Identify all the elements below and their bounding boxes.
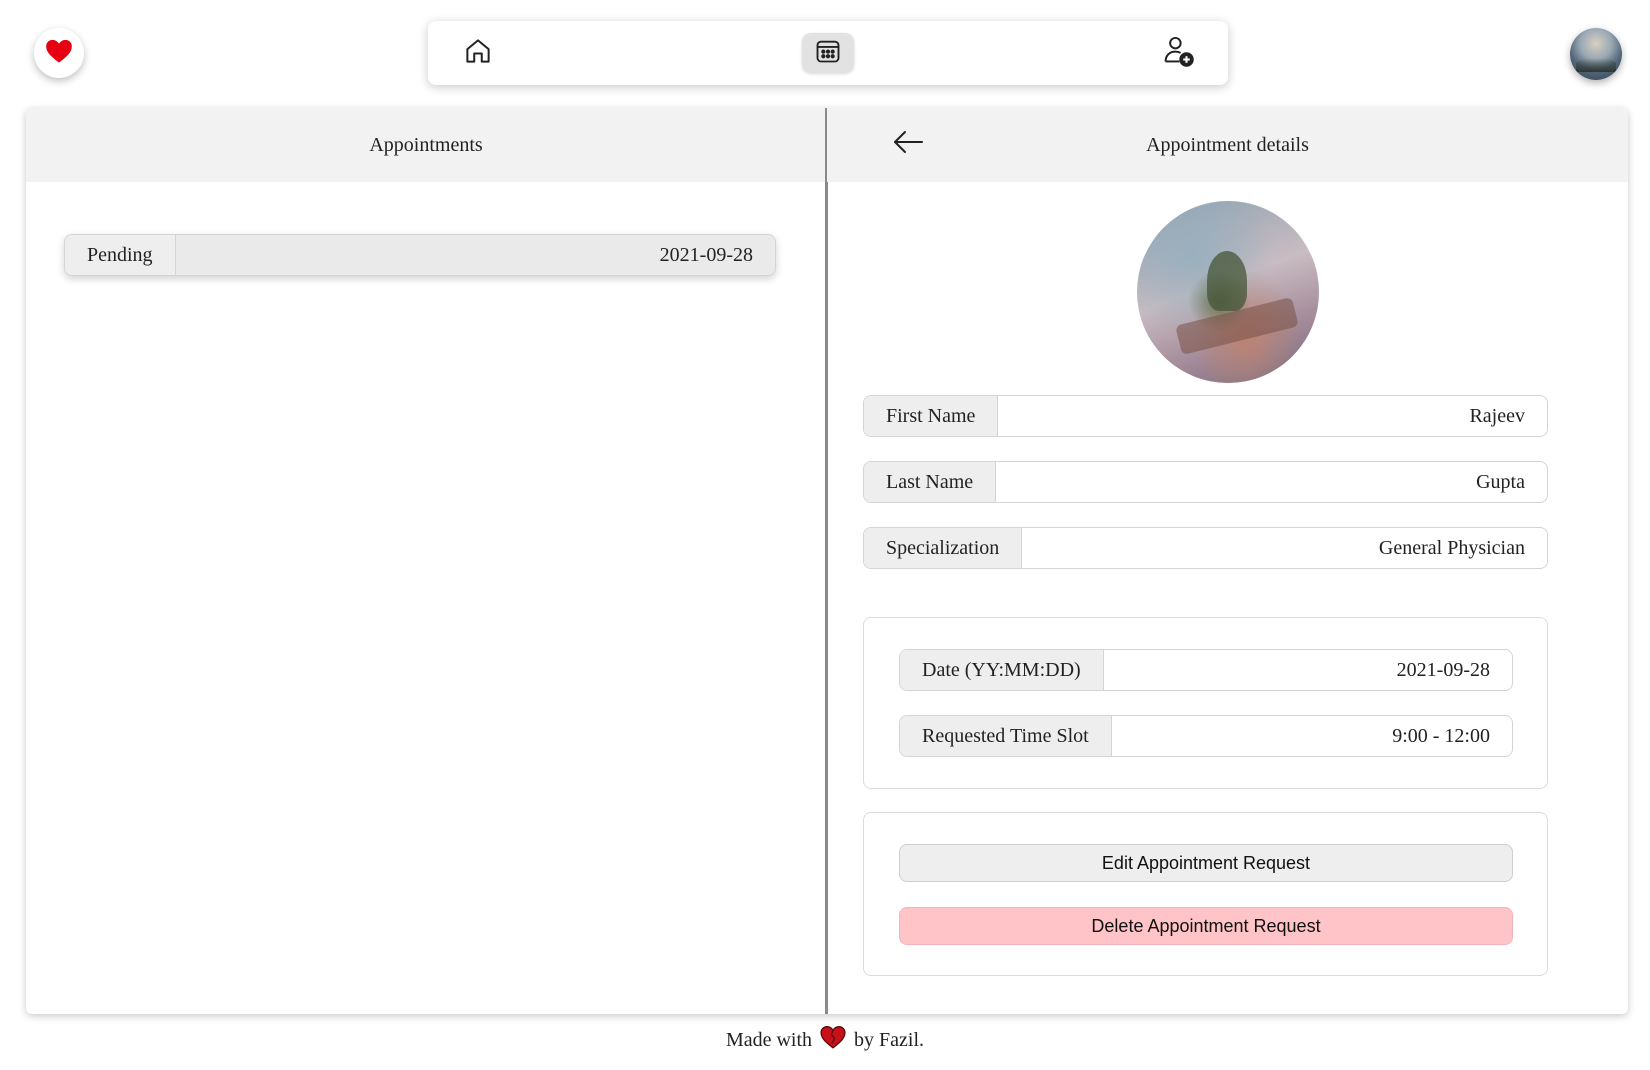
calendar-icon bbox=[814, 37, 842, 70]
nav-add-user-button[interactable] bbox=[1152, 33, 1204, 73]
details-title: Appointment details bbox=[1146, 133, 1309, 156]
time-slot-label: Requested Time Slot bbox=[900, 716, 1112, 756]
specialization-field: Specialization General Physician bbox=[863, 527, 1548, 569]
date-label: Date (YY:MM:DD) bbox=[900, 650, 1104, 690]
appointments-panel: Appointments Pending 2021-09-28 bbox=[26, 108, 826, 1014]
appointment-status: Pending bbox=[65, 235, 176, 275]
first-name-value: Rajeev bbox=[1469, 404, 1525, 427]
last-name-label: Last Name bbox=[864, 462, 997, 502]
arrow-left-icon bbox=[892, 129, 924, 161]
doctor-profile-image bbox=[1137, 201, 1319, 383]
last-name-field: Last Name Gupta bbox=[863, 461, 1548, 503]
back-button[interactable] bbox=[891, 130, 925, 160]
date-field: Date (YY:MM:DD) 2021-09-28 bbox=[899, 649, 1513, 691]
logo-heart-button[interactable] bbox=[34, 28, 84, 78]
first-name-label: First Name bbox=[864, 396, 999, 436]
avatar[interactable] bbox=[1570, 28, 1622, 80]
appointments-title: Appointments bbox=[369, 133, 483, 156]
heart-icon bbox=[820, 1025, 846, 1055]
appointments-header: Appointments bbox=[26, 108, 826, 182]
specialization-label: Specialization bbox=[864, 528, 1023, 568]
time-slot-field: Requested Time Slot 9:00 - 12:00 bbox=[899, 715, 1513, 757]
footer: Made with by Fazil. bbox=[0, 1025, 1650, 1055]
home-icon bbox=[463, 36, 493, 71]
nav-home-button[interactable] bbox=[452, 33, 504, 73]
delete-appointment-button[interactable]: Delete Appointment Request bbox=[899, 907, 1513, 945]
user-plus-icon bbox=[1161, 34, 1195, 73]
nav-appointments-button[interactable] bbox=[802, 33, 854, 73]
schedule-group: Date (YY:MM:DD) 2021-09-28 Requested Tim… bbox=[863, 617, 1548, 789]
main-nav bbox=[428, 21, 1228, 85]
specialization-value: General Physician bbox=[1378, 536, 1525, 559]
actions-group: Edit Appointment Request Delete Appointm… bbox=[863, 812, 1548, 976]
footer-suffix: by Fazil. bbox=[854, 1028, 925, 1051]
appointment-details-panel: Appointment details First Name Rajeev La… bbox=[827, 108, 1628, 1014]
date-value: 2021-09-28 bbox=[1396, 658, 1490, 681]
edit-appointment-button[interactable]: Edit Appointment Request bbox=[899, 844, 1513, 882]
footer-prefix: Made with bbox=[725, 1028, 813, 1051]
time-slot-value: 9:00 - 12:00 bbox=[1392, 724, 1490, 747]
main-card: Appointments Pending 2021-09-28 Appointm… bbox=[26, 108, 1628, 1014]
details-header: Appointment details bbox=[827, 108, 1628, 182]
last-name-value: Gupta bbox=[1476, 470, 1525, 493]
first-name-field: First Name Rajeev bbox=[863, 395, 1548, 437]
heart-icon bbox=[45, 38, 73, 69]
appointment-list-item[interactable]: Pending 2021-09-28 bbox=[64, 234, 776, 276]
appointment-date: 2021-09-28 bbox=[175, 235, 775, 275]
